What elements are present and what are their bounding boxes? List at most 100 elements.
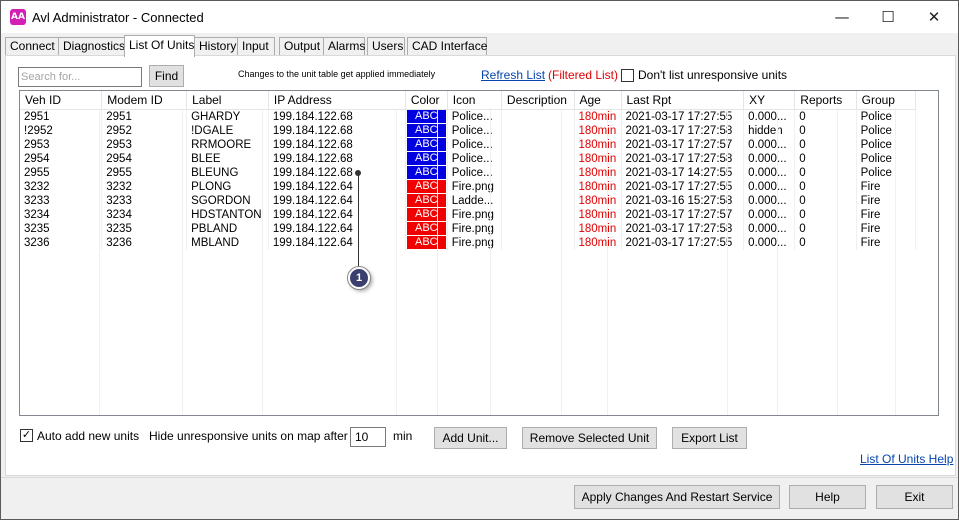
- group-cell: Fire: [856, 235, 917, 250]
- xy-cell: 0.000...: [743, 151, 796, 166]
- tab-list-of-units[interactable]: List Of Units: [124, 35, 195, 57]
- group-cell: Police: [856, 123, 917, 138]
- table-row[interactable]: 3235 3235 PBLAND 199.184.122.64 ABC Fire.png 1…: [20, 221, 917, 236]
- list-of-units-help-link[interactable]: List Of Units Help: [860, 452, 953, 466]
- column-header-reports[interactable]: Reports: [794, 91, 857, 110]
- column-header-modem-id[interactable]: Modem ID: [101, 91, 188, 110]
- modem-id-cell: 3233: [101, 193, 188, 208]
- xy-cell: 0.000...: [743, 221, 796, 236]
- table-row[interactable]: !2952 2952 !DGALE 199.184.122.68 ABC Police..…: [20, 123, 917, 138]
- reports-cell: 0: [794, 235, 857, 250]
- column-header-age[interactable]: Age: [574, 91, 622, 110]
- hide-unresponsive-label: Hide unresponsive units on map after: [149, 429, 348, 443]
- icon-cell: Police...: [447, 137, 502, 152]
- minimize-button[interactable]: —: [819, 1, 865, 33]
- tab-cad-interface[interactable]: CAD Interface: [407, 37, 487, 56]
- ip-address-cell: 199.184.122.68: [268, 137, 406, 152]
- veh-id-cell: 3234: [20, 207, 103, 222]
- search-input[interactable]: [18, 67, 142, 87]
- xy-cell: 0.000...: [743, 193, 796, 208]
- tab-connect[interactable]: Connect: [5, 37, 59, 56]
- age-cell: 180min: [574, 221, 622, 236]
- group-cell: Police: [856, 151, 917, 166]
- label-cell: GHARDY: [186, 109, 269, 124]
- label-cell: BLEUNG: [186, 165, 269, 180]
- icon-cell: Fire.png: [447, 207, 502, 222]
- table-row[interactable]: 3233 3233 SGORDON 199.184.122.64 ABC Ladde...…: [20, 193, 917, 208]
- color-cell: ABC: [405, 109, 448, 124]
- last-rpt-cell: 2021-03-17 17:27:55: [621, 109, 745, 124]
- color-swatch: ABC: [406, 124, 446, 137]
- refresh-list-link[interactable]: Refresh List: [481, 68, 545, 82]
- ip-address-cell: 199.184.122.68: [268, 109, 406, 124]
- help-button[interactable]: Help: [789, 485, 866, 509]
- last-rpt-cell: 2021-03-17 14:27:55: [621, 165, 745, 180]
- tab-output[interactable]: Output: [279, 37, 324, 56]
- ip-address-cell: 199.184.122.68: [268, 123, 406, 138]
- exit-button[interactable]: Exit: [876, 485, 953, 509]
- app-icon: AA: [10, 9, 26, 25]
- last-rpt-cell: 2021-03-17 17:27:57: [621, 207, 745, 222]
- reports-cell: 0: [794, 109, 857, 124]
- group-cell: Police: [856, 165, 917, 180]
- minutes-unit-label: min: [393, 429, 413, 443]
- units-table[interactable]: Veh ID Modem ID Label IP Address Color I…: [19, 90, 939, 416]
- group-cell: Fire: [856, 207, 917, 222]
- maximize-button[interactable]: ☐: [865, 1, 911, 33]
- veh-id-cell: 2951: [20, 109, 103, 124]
- table-row[interactable]: 2955 2955 BLEUNG 199.184.122.68 ABC Police...…: [20, 165, 917, 180]
- age-cell: 180min: [574, 109, 622, 124]
- column-header-xy[interactable]: XY: [743, 91, 796, 110]
- last-rpt-cell: 2021-03-17 17:27:57: [621, 137, 745, 152]
- table-row[interactable]: 3234 3234 HDSTANTON 199.184.122.64 ABC Fire.p…: [20, 207, 917, 222]
- find-button[interactable]: Find: [149, 65, 184, 87]
- window-title: Avl Administrator - Connected: [32, 10, 204, 25]
- ip-address-cell: 199.184.122.64: [268, 207, 406, 222]
- column-header-color[interactable]: Color: [405, 91, 448, 110]
- column-header-group[interactable]: Group: [856, 91, 917, 110]
- tab-alarms[interactable]: Alarms: [323, 37, 365, 56]
- reports-cell: 0: [794, 151, 857, 166]
- hide-minutes-input[interactable]: [350, 427, 386, 447]
- veh-id-cell: 3236: [20, 235, 103, 250]
- reports-cell: 0: [794, 221, 857, 236]
- description-cell: [501, 165, 575, 180]
- modem-id-cell: 2952: [101, 123, 188, 138]
- add-unit-button[interactable]: Add Unit...: [434, 427, 507, 449]
- table-row[interactable]: 3236 3236 MBLAND 199.184.122.64 ABC Fire.png 1…: [20, 235, 917, 250]
- age-cell: 180min: [574, 193, 622, 208]
- auto-add-checkbox[interactable]: ✓: [20, 429, 33, 442]
- table-row[interactable]: 2953 2953 RRMOORE 199.184.122.68 ABC Police..…: [20, 137, 917, 152]
- dont-list-unresponsive-checkbox[interactable]: [621, 69, 634, 82]
- tab-diagnostics[interactable]: Diagnostics: [58, 37, 125, 56]
- table-row[interactable]: 2954 2954 BLEE 199.184.122.68 ABC Police... 18…: [20, 151, 917, 166]
- column-header-veh-id[interactable]: Veh ID: [20, 91, 103, 110]
- tab-history[interactable]: History: [194, 37, 238, 56]
- age-cell: 180min: [574, 235, 622, 250]
- column-header-icon[interactable]: Icon: [447, 91, 502, 110]
- modem-id-cell: 2951: [101, 109, 188, 124]
- icon-cell: Fire.png: [447, 179, 502, 194]
- table-row[interactable]: 3232 3232 PLONG 199.184.122.64 ABC Fire.png 18…: [20, 179, 917, 194]
- apply-and-restart-button[interactable]: Apply Changes And Restart Service: [574, 485, 780, 509]
- tab-users[interactable]: Users: [367, 37, 405, 56]
- icon-cell: Police...: [447, 123, 502, 138]
- column-header-last-rpt[interactable]: Last Rpt: [621, 91, 745, 110]
- xy-cell: 0.000...: [743, 207, 796, 222]
- export-list-button[interactable]: Export List: [672, 427, 747, 449]
- column-header-label[interactable]: Label: [186, 91, 269, 110]
- label-cell: PBLAND: [186, 221, 269, 236]
- table-row[interactable]: 2951 2951 GHARDY 199.184.122.68 ABC Police...…: [20, 109, 917, 124]
- ip-address-cell: 199.184.122.64: [268, 221, 406, 236]
- close-button[interactable]: ✕: [911, 1, 957, 33]
- tab-input[interactable]: Input: [237, 37, 275, 56]
- group-cell: Police: [856, 137, 917, 152]
- column-header-ip-address[interactable]: IP Address: [268, 91, 406, 110]
- color-swatch: ABC: [406, 236, 446, 249]
- age-cell: 180min: [574, 165, 622, 180]
- remove-selected-unit-button[interactable]: Remove Selected Unit: [522, 427, 657, 449]
- veh-id-cell: 3232: [20, 179, 103, 194]
- label-cell: PLONG: [186, 179, 269, 194]
- description-cell: [501, 151, 575, 166]
- column-header-description[interactable]: Description: [501, 91, 575, 110]
